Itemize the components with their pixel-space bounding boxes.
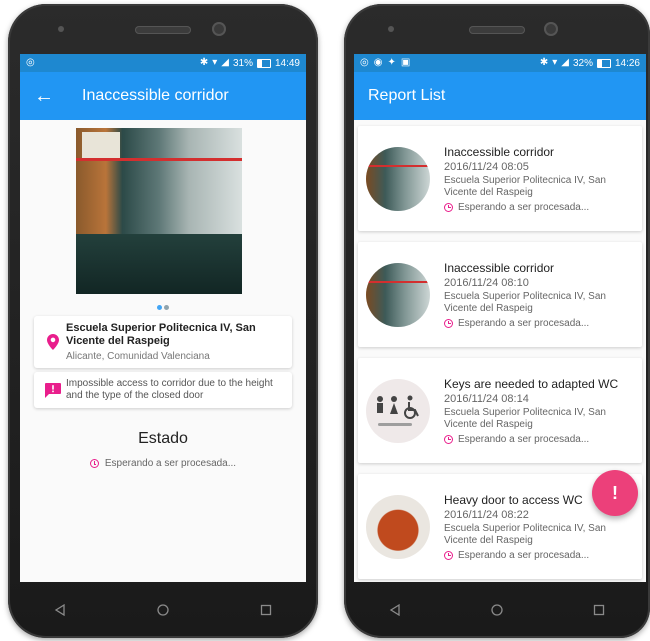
- report-thumbnail: [366, 494, 430, 559]
- signal-icon: ◢: [561, 57, 569, 68]
- back-arrow-icon[interactable]: ←: [34, 86, 54, 106]
- clock-time: 14:49: [274, 57, 300, 69]
- report-place: Escuela Superior Politecnica IV, San Vic…: [444, 522, 606, 546]
- report-status: Esperando a ser procesada...: [458, 549, 590, 561]
- report-status: Esperando a ser procesada...: [458, 433, 590, 445]
- app-notification-icon: ◎: [360, 57, 369, 68]
- report-thumbnail: [366, 262, 430, 327]
- location-card: Escuela Superior Politecnica IV, San Vic…: [34, 316, 292, 368]
- report-status: Esperando a ser procesada...: [458, 201, 590, 213]
- recents-nav-icon[interactable]: [251, 595, 281, 625]
- speaker: [469, 26, 525, 34]
- wifi-icon: ▾: [552, 57, 558, 68]
- chrome-icon: ◉: [373, 57, 383, 68]
- back-nav-icon[interactable]: [380, 595, 410, 625]
- signal-icon: ◢: [221, 57, 229, 68]
- report-date: 2016/11/24 08:05: [444, 160, 529, 173]
- status-heading: Estado: [138, 430, 188, 447]
- home-nav-icon[interactable]: [482, 595, 512, 625]
- status-bar: ◎ ✱ ▾ ◢ 31% 14:49: [20, 54, 306, 72]
- home-nav-icon[interactable]: [148, 595, 178, 625]
- sensor: [58, 26, 64, 32]
- report-photo[interactable]: [76, 128, 242, 294]
- sensor: [388, 26, 394, 32]
- report-date: 2016/11/24 08:14: [444, 392, 529, 405]
- report-description: Impossible access to corridor due to the…: [66, 378, 273, 401]
- feedback-icon: [45, 382, 61, 398]
- carousel-dot-active[interactable]: [157, 305, 162, 310]
- back-nav-icon[interactable]: [45, 595, 75, 625]
- app-bar: ← Inaccessible corridor: [20, 72, 306, 120]
- battery-icon: [596, 58, 611, 68]
- recents-nav-icon[interactable]: [584, 595, 614, 625]
- report-date: 2016/11/24 08:10: [444, 276, 529, 289]
- speaker: [135, 26, 191, 34]
- description-card: Impossible access to corridor due to the…: [34, 372, 292, 408]
- list-item[interactable]: Inaccessible corridor 2016/11/24 08:10 E…: [358, 242, 642, 347]
- clock-icon: [89, 459, 99, 468]
- detail-screen: ◎ ✱ ▾ ◢ 31% 14:49 ← Inaccessible corrido…: [20, 54, 306, 582]
- list-item[interactable]: Inaccessible corridor 2016/11/24 08:05 E…: [358, 126, 642, 231]
- front-camera: [544, 22, 558, 36]
- report-status: Esperando a ser procesada...: [458, 317, 590, 329]
- phone-right: ◎ ◉ ✦ ▣ ✱ ▾ ◢ 32% 14:26 Report List Inac…: [344, 4, 650, 638]
- clock-icon: [444, 318, 453, 328]
- location-title: Escuela Superior Politecnica IV, San Vic…: [66, 322, 256, 347]
- photo-icon: ▣: [400, 57, 411, 68]
- new-report-button[interactable]: !: [592, 470, 638, 516]
- report-thumbnail: [366, 146, 430, 211]
- clock-icon: [444, 550, 453, 560]
- list-item[interactable]: Keys are needed to adapted WC 2016/11/24…: [358, 358, 642, 463]
- status-bar: ◎ ◉ ✦ ▣ ✱ ▾ ◢ 32% 14:26: [354, 54, 646, 72]
- report-thumbnail: [366, 378, 430, 443]
- carousel-indicator[interactable]: [20, 300, 306, 312]
- location-pin-icon: [47, 334, 59, 350]
- wifi-icon: ▾: [212, 57, 218, 68]
- report-title: Keys are needed to adapted WC: [444, 376, 619, 391]
- bluetooth-icon: ✱: [539, 57, 549, 68]
- twitter-icon: ✦: [387, 57, 396, 68]
- page-title: Report List: [368, 87, 446, 104]
- front-camera: [212, 22, 226, 36]
- carousel-dot[interactable]: [164, 305, 169, 310]
- clock-time: 14:26: [614, 57, 640, 69]
- wc-sign-icon: [377, 395, 419, 426]
- clock-icon: [444, 202, 453, 212]
- nav-bar: [344, 582, 650, 638]
- page-title: Inaccessible corridor: [82, 87, 229, 104]
- report-title: Inaccessible corridor: [444, 144, 555, 159]
- report-list-screen: ◎ ◉ ✦ ▣ ✱ ▾ ◢ 32% 14:26 Report List Inac…: [354, 54, 646, 582]
- app-bar: Report List: [354, 72, 646, 120]
- report-title: Inaccessible corridor: [444, 260, 555, 275]
- report-place: Escuela Superior Politecnica IV, San Vic…: [444, 174, 606, 198]
- phone-left: ◎ ✱ ▾ ◢ 31% 14:49 ← Inaccessible corrido…: [8, 4, 318, 638]
- photo-carousel[interactable]: [20, 120, 306, 300]
- battery-percent: 31%: [232, 57, 253, 69]
- battery-icon: [256, 58, 271, 68]
- location-subtitle: Alicante, Comunidad Valenciana: [66, 351, 210, 362]
- bluetooth-icon: ✱: [199, 57, 209, 68]
- app-notification-icon: ◎: [26, 57, 35, 68]
- status-text: Esperando a ser procesada...: [104, 458, 237, 469]
- report-place: Escuela Superior Politecnica IV, San Vic…: [444, 406, 606, 430]
- status-row: Esperando a ser procesada...: [20, 458, 306, 469]
- battery-percent: 32%: [572, 57, 593, 69]
- report-place: Escuela Superior Politecnica IV, San Vic…: [444, 290, 606, 314]
- nav-bar: [8, 582, 318, 638]
- clock-icon: [444, 434, 453, 444]
